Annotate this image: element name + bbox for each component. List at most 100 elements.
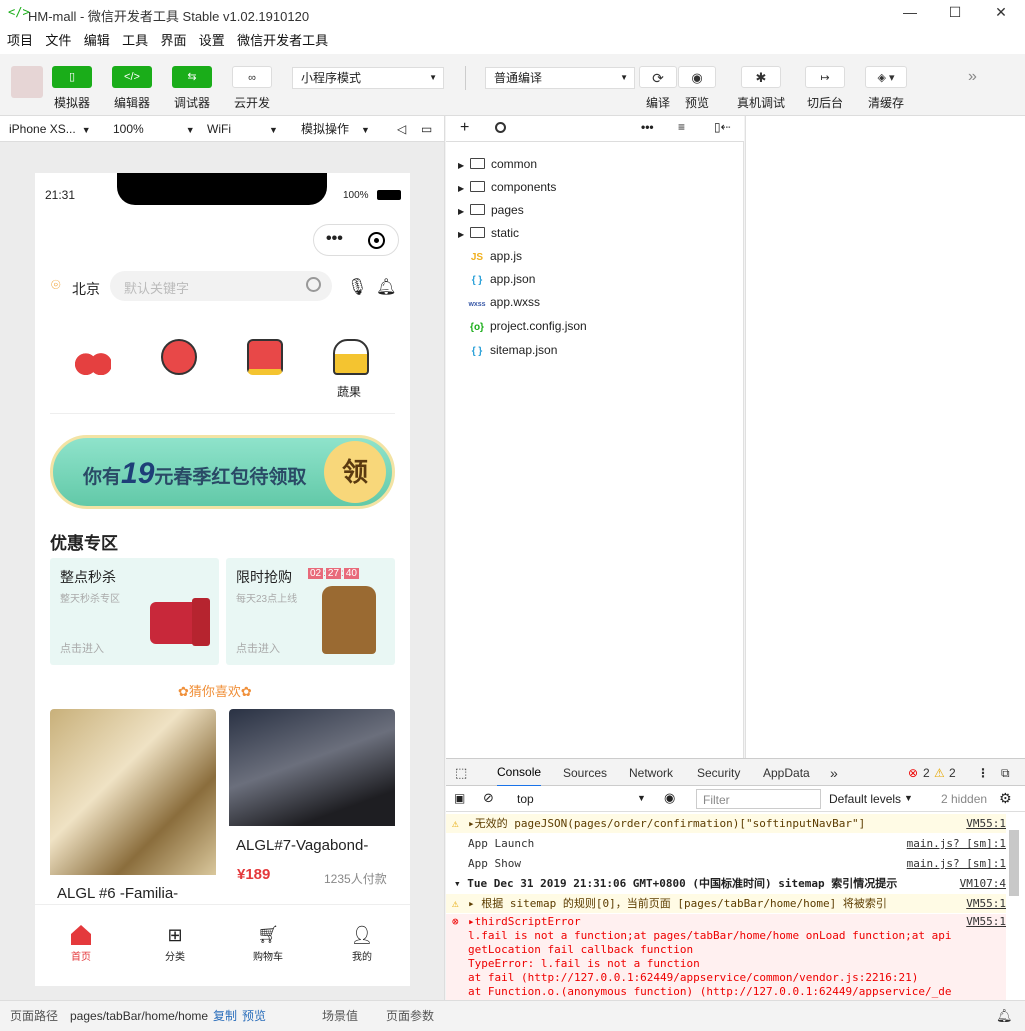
capsule-menu: ••• <box>313 224 399 256</box>
category-sports[interactable]: 运动 <box>144 339 214 375</box>
debugger-button[interactable]: ⇆ <box>172 66 212 88</box>
search-icon[interactable] <box>495 122 506 133</box>
copy-link[interactable]: 复制 <box>213 1001 237 1031</box>
tab-sources[interactable]: Sources <box>563 759 607 787</box>
menu-wechat-devtools[interactable]: 微信开发者工具 <box>237 28 328 54</box>
tab-console[interactable]: Console <box>497 759 542 787</box>
more-tabs-icon[interactable]: » <box>830 759 838 787</box>
filter-input[interactable]: Filter <box>696 789 821 809</box>
search-icon[interactable] <box>306 277 321 292</box>
eye-icon[interactable]: ◉ <box>664 790 675 806</box>
chevron-down-icon: ▼ <box>429 73 437 82</box>
simulator-button[interactable]: ▯ <box>52 66 92 88</box>
tab-home[interactable]: 首页 <box>57 925 105 963</box>
warning-count[interactable]: 2 <box>949 759 956 787</box>
category-fruits[interactable]: 蔬果 <box>58 339 361 399</box>
menu-file[interactable]: 文件 <box>45 28 71 54</box>
minimize-icon[interactable]: — <box>900 4 920 24</box>
notification-icon[interactable]: 🔔︎ <box>996 1001 1013 1031</box>
gear-icon[interactable]: ⚙ <box>999 790 1012 807</box>
file-app-json[interactable]: { } app.json <box>446 268 536 291</box>
bell-icon[interactable]: 🔔︎ <box>376 277 396 297</box>
scrollbar-thumb[interactable] <box>1009 830 1019 896</box>
coupon-banner[interactable]: 你有19元春季红包待领取 领 <box>50 435 395 509</box>
device-select[interactable]: iPhone XS... ▼ <box>9 116 91 143</box>
caret-right-icon: ▶ <box>458 161 465 170</box>
split-icon[interactable]: ▯⇠ <box>714 120 731 134</box>
file-app-wxss[interactable]: wxss app.wxss <box>446 291 540 314</box>
volume-icon[interactable]: ◁ <box>397 116 406 142</box>
undock-icon[interactable]: ⧉ <box>1001 759 1010 787</box>
deal-enter[interactable]: 点击进入 <box>60 640 104 656</box>
expand-icon[interactable]: » <box>968 68 977 86</box>
network-select[interactable]: WiFi ▼ <box>207 116 278 143</box>
clear-console-icon[interactable]: ⊘ <box>483 790 494 806</box>
menu-tools[interactable]: 工具 <box>122 28 148 54</box>
layers-icon[interactable]: ◈ ▾ <box>865 66 907 88</box>
folder-pages[interactable]: ▶ pages <box>446 199 524 222</box>
category-stationery[interactable]: 文具 <box>316 339 386 375</box>
more-icon[interactable]: ••• <box>641 120 654 134</box>
zoom-select[interactable]: 100% ▼ <box>113 116 195 143</box>
action-select[interactable]: 模拟操作 ▼ <box>301 116 370 143</box>
deal-limited-time[interactable]: 限时抢购 02:27:40 每天23点上线 点击进入 <box>226 558 395 665</box>
tab-network[interactable]: Network <box>629 759 673 787</box>
levels-select[interactable]: Default levels <box>829 792 901 806</box>
folder-static[interactable]: ▶ static <box>446 222 519 245</box>
background-icon[interactable]: ↦ <box>805 66 845 88</box>
add-icon[interactable]: + <box>460 119 469 137</box>
sidebar-toggle-icon[interactable]: ▣ <box>454 791 465 805</box>
file-sitemap-json[interactable]: { } sitemap.json <box>446 339 558 362</box>
tab-mine[interactable]: 👤︎ 我的 <box>338 925 386 963</box>
close-icon[interactable]: ✕ <box>991 4 1011 24</box>
console-line[interactable]: ⊗ ▸thirdScriptError VM55:1 <box>446 915 1006 929</box>
category-books[interactable]: 书籍 <box>230 339 300 375</box>
inspect-icon[interactable]: ⬚ <box>455 759 467 787</box>
eye-icon[interactable]: ◉ <box>678 66 716 88</box>
file-app-js[interactable]: JS app.js <box>446 245 522 268</box>
console-line: at fail (http://127.0.0.1:62449/appservi… <box>446 971 1006 985</box>
editor-button[interactable]: </> <box>112 66 152 88</box>
maximize-icon[interactable]: ☐ <box>945 4 965 24</box>
menu-project[interactable]: 项目 <box>7 28 33 54</box>
folder-components[interactable]: ▶ components <box>446 176 556 199</box>
window-icon[interactable]: ▭ <box>421 116 432 142</box>
menu-view[interactable]: 界面 <box>160 28 186 54</box>
search-input[interactable]: 默认关键字 <box>110 271 332 301</box>
goods-card[interactable]: ALGL#7-Vagabond- ¥189 1235人付款 <box>229 709 395 909</box>
scene-button[interactable]: 场景值 <box>322 1001 358 1031</box>
microphone-icon[interactable]: 🎙︎ <box>347 277 367 297</box>
avatar[interactable] <box>11 66 43 98</box>
deal-flash-sale[interactable]: 整点秒杀 整天秒杀专区 点击进入 <box>50 558 219 665</box>
context-select[interactable]: top <box>517 792 534 806</box>
goods-card[interactable]: ALGL #6 -Familia- <box>50 709 216 909</box>
kebab-icon[interactable]: ⋮ <box>977 759 989 787</box>
menu-settings[interactable]: 设置 <box>199 28 225 54</box>
tab-security[interactable]: Security <box>697 759 740 787</box>
claim-badge[interactable]: 领 <box>324 441 386 503</box>
clear-cache-label: 清缓存 <box>867 96 904 110</box>
more-icon[interactable]: ••• <box>326 230 343 248</box>
params-button[interactable]: 页面参数 <box>386 1001 434 1031</box>
tab-cart[interactable]: 🛒︎ 购物车 <box>244 925 292 963</box>
cloud-button[interactable]: ∞ <box>232 66 272 88</box>
error-count[interactable]: 2 <box>923 759 930 787</box>
tab-appdata[interactable]: AppData <box>763 759 810 787</box>
menu-edit[interactable]: 编辑 <box>84 28 110 54</box>
folder-common[interactable]: ▶ common <box>446 153 537 176</box>
location-text[interactable]: 北京 <box>72 279 100 299</box>
refresh-icon[interactable]: ⟳ <box>639 66 677 88</box>
capsule-dot <box>374 238 379 243</box>
file-project-config[interactable]: {o} project.config.json <box>446 315 587 338</box>
preview-link[interactable]: 预览 <box>242 1001 266 1031</box>
tab-category[interactable]: ⊞ 分类 <box>151 925 199 963</box>
home-icon <box>71 925 91 945</box>
mode-select[interactable]: 小程序模式 ▼ <box>292 67 444 89</box>
bug-icon[interactable]: ✱ <box>741 66 781 88</box>
console-group[interactable]: ▾ Tue Dec 31 2019 21:31:06 GMT+0800 (中国标… <box>446 874 1006 893</box>
compile-mode-select[interactable]: 普通编译 ▼ <box>485 67 635 89</box>
deal-title: 整点秒杀 <box>60 569 116 585</box>
location-icon[interactable]: ⌾ <box>51 277 61 295</box>
deal-enter[interactable]: 点击进入 <box>236 640 280 656</box>
collapse-icon[interactable]: ≡ <box>678 120 685 134</box>
